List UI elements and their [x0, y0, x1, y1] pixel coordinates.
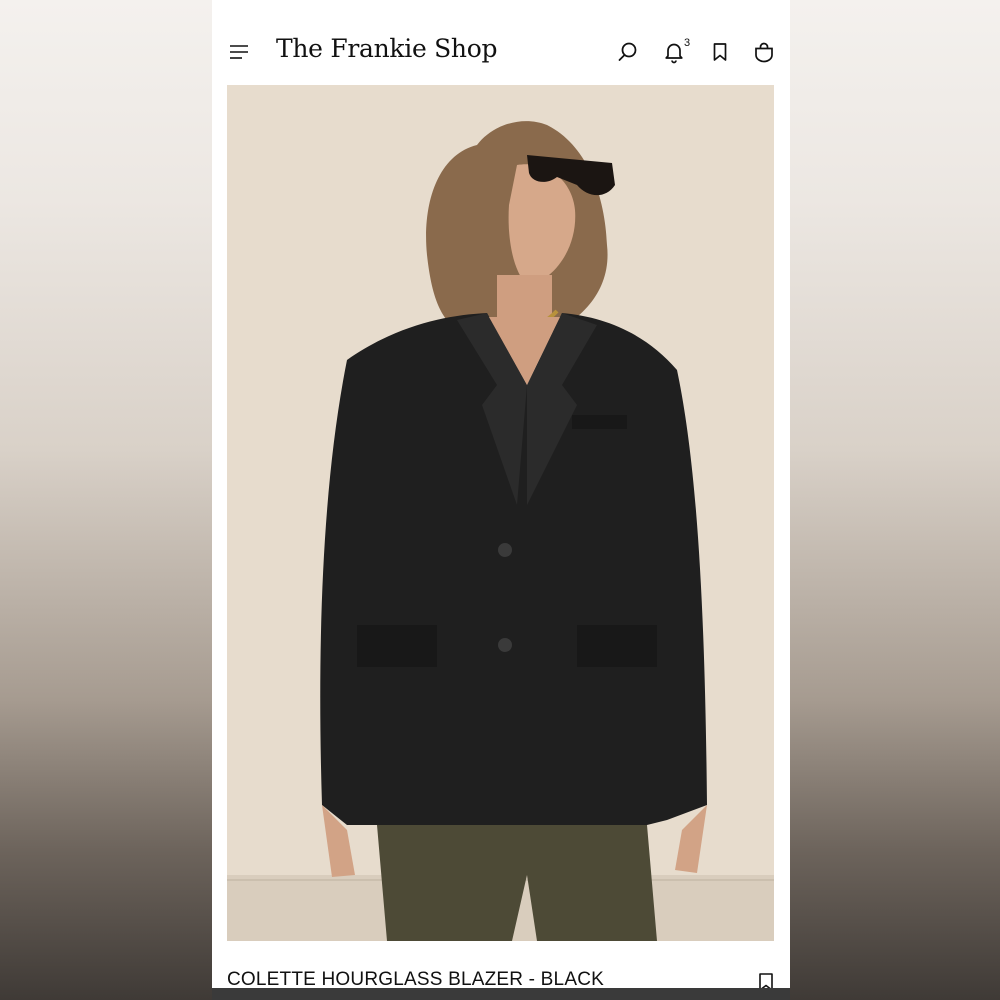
bookmark-icon[interactable] — [708, 40, 732, 64]
brand-logo[interactable]: The Frankie Shop — [276, 34, 498, 63]
search-icon[interactable] — [616, 40, 640, 64]
mobile-screen: The Frankie Shop 3 COLETTE HOURGLASS BLA… — [212, 0, 790, 1000]
blurred-backdrop-right — [790, 0, 1000, 1000]
notification-count-badge: 3 — [684, 37, 691, 49]
bottom-overlay-bar — [212, 988, 790, 1000]
menu-icon[interactable] — [229, 44, 249, 60]
product-image[interactable] — [227, 85, 774, 941]
shopping-bag-icon[interactable] — [752, 40, 776, 64]
bell-icon[interactable] — [662, 40, 686, 64]
blurred-backdrop-left — [0, 0, 212, 1000]
site-header: The Frankie Shop 3 — [212, 0, 790, 84]
